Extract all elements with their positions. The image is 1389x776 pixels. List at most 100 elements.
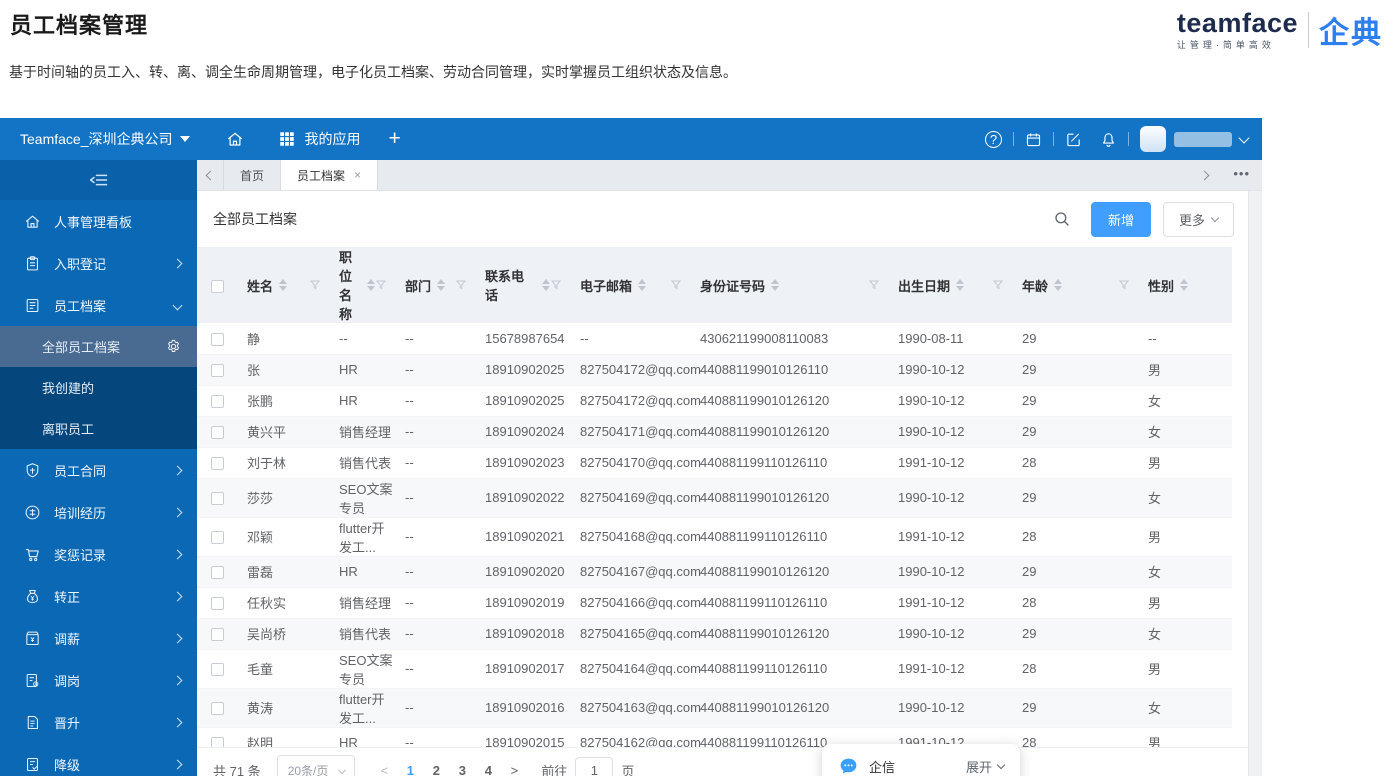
sort-carets-icon[interactable] [771,279,780,291]
cell: HR [329,556,395,588]
page-number-2[interactable]: 2 [423,763,449,776]
tabs-scroll-right-button[interactable] [1191,170,1217,180]
sidebar-item-奖惩记录[interactable]: 奖惩记录 [0,533,197,575]
compose-button[interactable] [1065,131,1082,148]
sort-carets-icon[interactable] [279,279,288,291]
table-row[interactable]: 毛童 SEO文案专员 -- 18910902017 827504164@qq.com 44… [197,649,1232,689]
filter-button[interactable] [375,279,387,291]
sidebar-item-培训经历[interactable]: 培训经历 [0,491,197,533]
table-row[interactable]: 张鹏 HR -- 18910902025 827504172@qq.com 4408811… [197,385,1232,417]
row-checkbox[interactable] [210,364,224,378]
table-row[interactable]: 静 -- -- 15678987654 -- 430621199008110083 1990… [197,323,1232,355]
tabs-scroll-left-button[interactable] [197,160,223,190]
chat-expand-button[interactable]: 展开 [966,757,1006,776]
sidebar-collapse-button[interactable] [0,160,197,200]
calendar-button[interactable] [1025,131,1042,148]
next-page-button[interactable]: > [501,763,527,776]
sidebar-subitem-离职员工[interactable]: 离职员工 [0,408,197,449]
company-switcher[interactable]: Teamface_深圳企典公司 [20,129,191,149]
help-button[interactable]: ? [985,130,1002,148]
cell: 任秋实 [237,587,329,619]
page-number-4[interactable]: 4 [475,763,501,776]
search-button[interactable] [1053,210,1071,228]
cell: 827504171@qq.com [570,416,701,448]
sidebar-item-入职登记[interactable]: 入职登记 [0,242,197,284]
cell: 1991-10-12 [888,587,1012,619]
sidebar-item-晋升[interactable]: 晋升 [0,701,197,743]
table-row[interactable]: 黄涛 flutter开发工... -- 18910902016 827504163@qq… [197,688,1232,728]
page-size-select[interactable]: 20条/页 [276,755,356,776]
goto-page-input[interactable] [575,757,614,776]
more-button[interactable]: 更多 [1162,201,1234,237]
table-row[interactable]: 张 HR -- 18910902025 827504172@qq.com 44088119… [197,354,1232,386]
sort-carets-icon[interactable] [542,279,550,291]
table-row[interactable]: 莎莎 SEO文案专员 -- 18910902022 827504169@qq.com 44… [197,478,1232,518]
sort-carets-icon[interactable] [1180,279,1189,291]
chat-widget[interactable]: 企信 展开 [822,744,1020,776]
view-title: 全部员工档案 [213,211,297,227]
notifications-button[interactable] [1100,131,1117,148]
row-checkbox[interactable] [210,457,224,471]
row-checkbox[interactable] [210,702,224,716]
scrollbar-track[interactable] [1248,191,1262,776]
filter-button[interactable] [670,279,682,291]
table-row[interactable]: 黄兴平 销售经理 -- 18910902024 827504171@qq.com 4408… [197,416,1232,448]
sidebar-item-调岗[interactable]: 调岗 [0,659,197,701]
bell-icon [1100,131,1117,148]
my-apps-button[interactable]: 我的应用 [278,129,360,149]
row-checkbox[interactable] [210,737,224,747]
filter-button[interactable] [550,279,562,291]
select-all-checkbox[interactable] [210,279,224,293]
filter-button[interactable] [1118,279,1130,291]
row-checkbox[interactable] [210,628,224,642]
row-checkbox[interactable] [210,597,224,611]
prev-page-button[interactable]: < [371,763,397,776]
table-row[interactable]: 赵明 HR -- 18910902015 827504162@qq.com 4408811… [197,727,1232,747]
sidebar-item-转正[interactable]: 转正 [0,575,197,617]
table-row[interactable]: 邓颖 flutter开发工... -- 18910902021 827504168@qq… [197,517,1232,557]
page-number-3[interactable]: 3 [449,763,475,776]
tabs-more-button[interactable]: ••• [1233,166,1250,181]
tab-首页[interactable]: 首页 [223,160,282,190]
add-button[interactable]: 新增 [1090,201,1151,237]
sidebar-item-降级[interactable]: 降级 [0,743,197,776]
cell: 女 [1138,618,1232,650]
sort-carets-icon[interactable] [1054,279,1063,291]
sidebar-item-调薪[interactable]: 调薪 [0,617,197,659]
sidebar-subitem-全部员工档案[interactable]: 全部员工档案 [0,326,197,367]
sort-carets-icon[interactable] [956,279,965,291]
sidebar-item-人事管理看板[interactable]: 人事管理看板 [0,200,197,242]
filter-button[interactable] [992,279,1004,291]
table-row[interactable]: 雷磊 HR -- 18910902020 827504167@qq.com 4408811… [197,556,1232,588]
row-checkbox[interactable] [210,332,224,346]
add-app-button[interactable]: + [388,128,400,149]
training-icon [24,504,41,521]
filter-button[interactable] [455,279,467,291]
tab-员工档案[interactable]: 员工档案 × [281,160,379,190]
table-row[interactable]: 刘于林 销售代表 -- 18910902023 827504170@qq.com 4408… [197,447,1232,479]
sort-carets-icon[interactable] [638,279,647,291]
row-checkbox[interactable] [210,426,224,440]
row-checkbox[interactable] [210,663,224,677]
row-checkbox[interactable] [210,492,224,506]
cell: -- [395,618,475,650]
page-number-1[interactable]: 1 [397,763,423,776]
close-icon[interactable]: × [354,169,361,181]
cell: -- [395,323,475,355]
view-settings-button[interactable] [166,339,181,354]
table-row[interactable]: 任秋实 销售经理 -- 18910902019 827504166@qq.com 4408… [197,587,1232,619]
sort-carets-icon[interactable] [437,279,446,291]
row-checkbox[interactable] [210,531,224,545]
filter-button[interactable] [868,279,880,291]
collapse-menu-icon [89,170,109,190]
sidebar-subitem-我创建的[interactable]: 我创建的 [0,367,197,408]
sidebar-item-员工合同[interactable]: 员工合同 [0,449,197,491]
filter-button[interactable] [309,279,321,291]
user-menu[interactable] [1140,126,1250,152]
row-checkbox[interactable] [210,395,224,409]
sort-carets-icon[interactable] [367,279,375,291]
sidebar-item-员工档案[interactable]: 员工档案 [0,284,197,326]
home-button[interactable] [226,130,244,148]
table-row[interactable]: 吴尚桥 销售代表 -- 18910902018 827504165@qq.com 4408… [197,618,1232,650]
row-checkbox[interactable] [210,566,224,580]
